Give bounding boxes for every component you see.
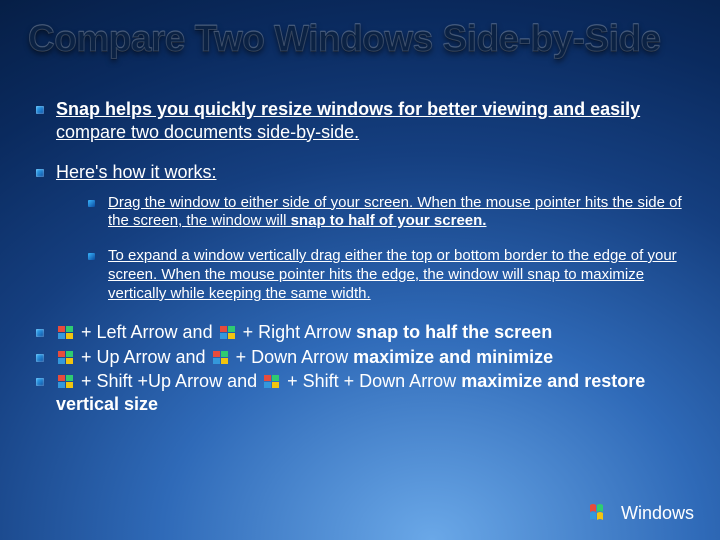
windows-key-icon <box>58 323 74 337</box>
slide-title: Compare Two Windows Side-by-Side <box>28 18 692 60</box>
bullet-list: Snap helps you quickly resize windows fo… <box>28 98 692 415</box>
windows-brand-logo: Windows <box>589 502 694 524</box>
windows-key-icon <box>220 323 236 337</box>
windows-key-icon <box>58 348 74 362</box>
windows-brand-text: Windows <box>621 503 694 524</box>
sub-bullet-drag-side: Drag the window to either side of your s… <box>88 194 692 232</box>
bullet-how-it-works: Here's how it works: Drag the window to … <box>36 161 692 303</box>
bullet-shortcut-shift-up-down: + Shift +Up Arrow and + Shift + Down Arr… <box>36 370 692 415</box>
bullet-shortcut-up-down: + Up Arrow and + Down Arrow maximize and… <box>36 346 692 369</box>
sub-bullet-expand-vertical: To expand a window vertically drag eithe… <box>88 247 692 303</box>
windows-key-icon <box>264 372 280 386</box>
sub-bullet-list: Drag the window to either side of your s… <box>56 194 692 304</box>
windows-key-icon <box>213 348 229 362</box>
windows-key-icon <box>58 372 74 386</box>
bullet-shortcut-left-right: + Left Arrow and + Right Arrow snap to h… <box>36 321 692 344</box>
bullet-snap-intro: Snap helps you quickly resize windows fo… <box>36 98 692 143</box>
windows-flag-icon <box>589 502 615 524</box>
